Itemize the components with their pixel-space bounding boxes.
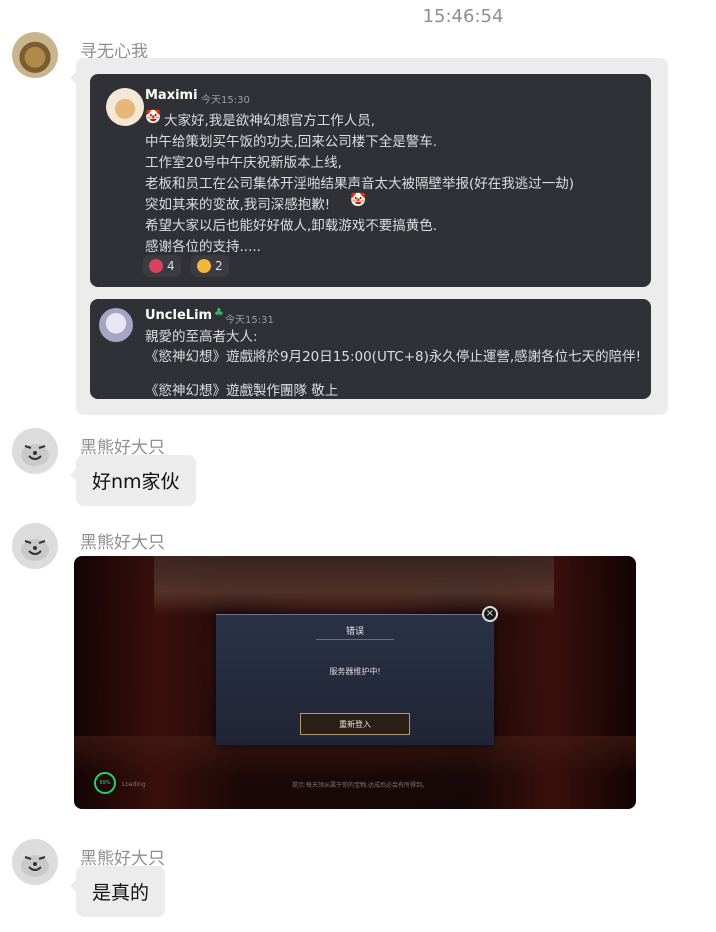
post-time: 今天15:30 bbox=[201, 95, 250, 106]
bear-face-icon bbox=[12, 523, 58, 569]
grinning-face-icon bbox=[197, 259, 211, 273]
post-line: 感谢各位的支持..... bbox=[145, 239, 261, 255]
post-line: 親愛的至高者大人: bbox=[145, 329, 258, 345]
divider bbox=[316, 639, 394, 640]
tip-text: 提示:每天领从属于你的宝物,达成后必会有所得到。 bbox=[292, 782, 428, 789]
avatar[interactable] bbox=[12, 428, 58, 474]
bear-face-icon bbox=[12, 839, 58, 885]
message-bubble[interactable]: 好nm家伙 bbox=[70, 455, 196, 506]
message-bubble[interactable]: 是真的 bbox=[70, 866, 166, 917]
message-text: 好nm家伙 bbox=[92, 471, 180, 493]
reaction-button: 4 bbox=[143, 255, 181, 277]
timestamp: 15:46:54 bbox=[422, 6, 504, 27]
dialog-title: 错误 bbox=[345, 627, 364, 637]
post-line: 大家好,我是欲神幻想官方工作人员, bbox=[164, 113, 376, 129]
post-line: 希望大家以后也能好好做人,卸载游戏不要搞黄色. bbox=[145, 218, 438, 234]
clown-icon: 🤡 bbox=[350, 193, 367, 208]
bubble-tail bbox=[70, 72, 76, 84]
message-text: 是真的 bbox=[92, 882, 150, 904]
avatar[interactable] bbox=[12, 32, 58, 78]
reaction-count: 2 bbox=[215, 259, 223, 273]
bubble-tail bbox=[70, 469, 76, 481]
post-line: 工作室20号中午庆祝新版本上线, bbox=[145, 155, 342, 171]
bubble-tail bbox=[70, 880, 76, 892]
post-line: 老板和员工在公司集体开淫啪结果声音太大被隔壁举报(好在我逃过一劫) bbox=[145, 176, 575, 192]
quoted-post-1: Maximi 今天15:30 🤡 大家好,我是欲神幻想官方工作人员, 中午给策划… bbox=[90, 74, 651, 287]
avatar[interactable] bbox=[12, 839, 58, 885]
avatar bbox=[106, 88, 144, 126]
dialog-message: 服务器维护中! bbox=[329, 667, 381, 676]
quoted-post-2: UncleLim ♣ 今天15:31 親愛的至高者大人: 《慾神幻想》遊戲將於9… bbox=[90, 299, 651, 399]
clown-icon: 🤡 bbox=[145, 110, 162, 125]
post-author: Maximi bbox=[145, 88, 198, 103]
error-dialog: 错误 服务器维护中! 重新登入 bbox=[216, 614, 494, 745]
sprout-icon: ♣ bbox=[214, 306, 224, 319]
post-author: UncleLim bbox=[145, 308, 213, 323]
avatar[interactable] bbox=[12, 523, 58, 569]
close-icon: × bbox=[482, 606, 498, 622]
sender-name: 黑熊好大只 bbox=[80, 533, 165, 553]
post-line: 突如其来的变故,我司深感抱歉! bbox=[145, 197, 331, 213]
bear-face-icon bbox=[12, 428, 58, 474]
message-bubble[interactable]: Maximi 今天15:30 🤡 大家好,我是欲神幻想官方工作人员, 中午给策划… bbox=[70, 58, 668, 415]
reaction-count: 4 bbox=[167, 259, 175, 273]
image-message[interactable]: 错误 服务器维护中! 重新登入 × 89% Loading 提示:每天领从属于你… bbox=[74, 556, 636, 809]
avatar bbox=[99, 308, 133, 342]
reaction-button: 2 bbox=[191, 255, 229, 277]
post-line: 《慾神幻想》遊戲將於9月20日15:00(UTC+8)永久停止運營,感謝各位七天… bbox=[145, 349, 642, 365]
relogin-button: 重新登入 bbox=[300, 713, 410, 735]
post-time: 今天15:31 bbox=[225, 315, 274, 326]
angry-face-icon bbox=[149, 259, 163, 273]
post-line: 《慾神幻想》遊戲製作團隊 敬上 bbox=[145, 383, 339, 399]
post-line: 中午给策划买午饭的功夫,回来公司楼下全是警车. bbox=[145, 134, 438, 150]
